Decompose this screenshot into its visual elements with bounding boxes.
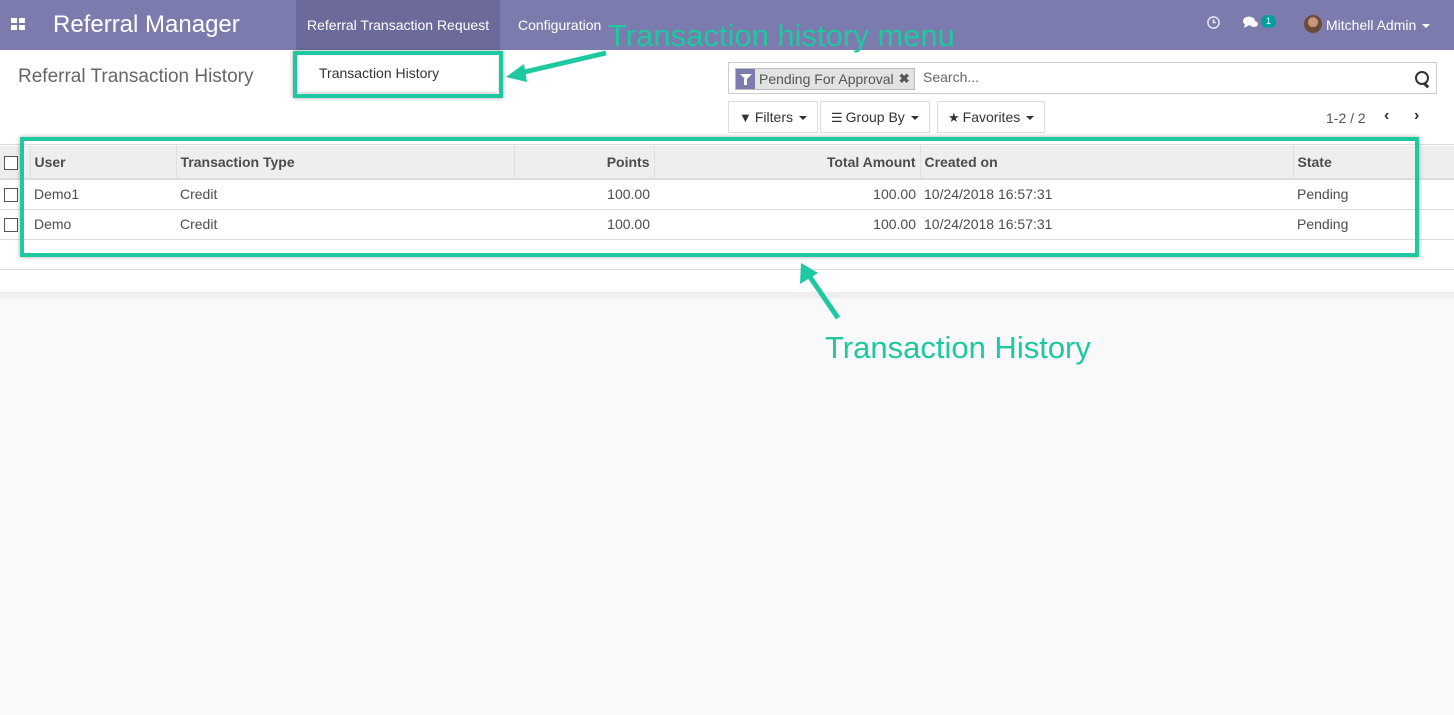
annotation-menu-label: Transaction history menu xyxy=(608,18,955,53)
arrow-to-menu xyxy=(519,50,607,76)
arrow-to-menu-head xyxy=(506,64,527,82)
arrow-to-table xyxy=(807,275,841,320)
annotation-table-label: Transaction History xyxy=(825,330,1091,365)
annotation-arrows xyxy=(506,50,841,320)
